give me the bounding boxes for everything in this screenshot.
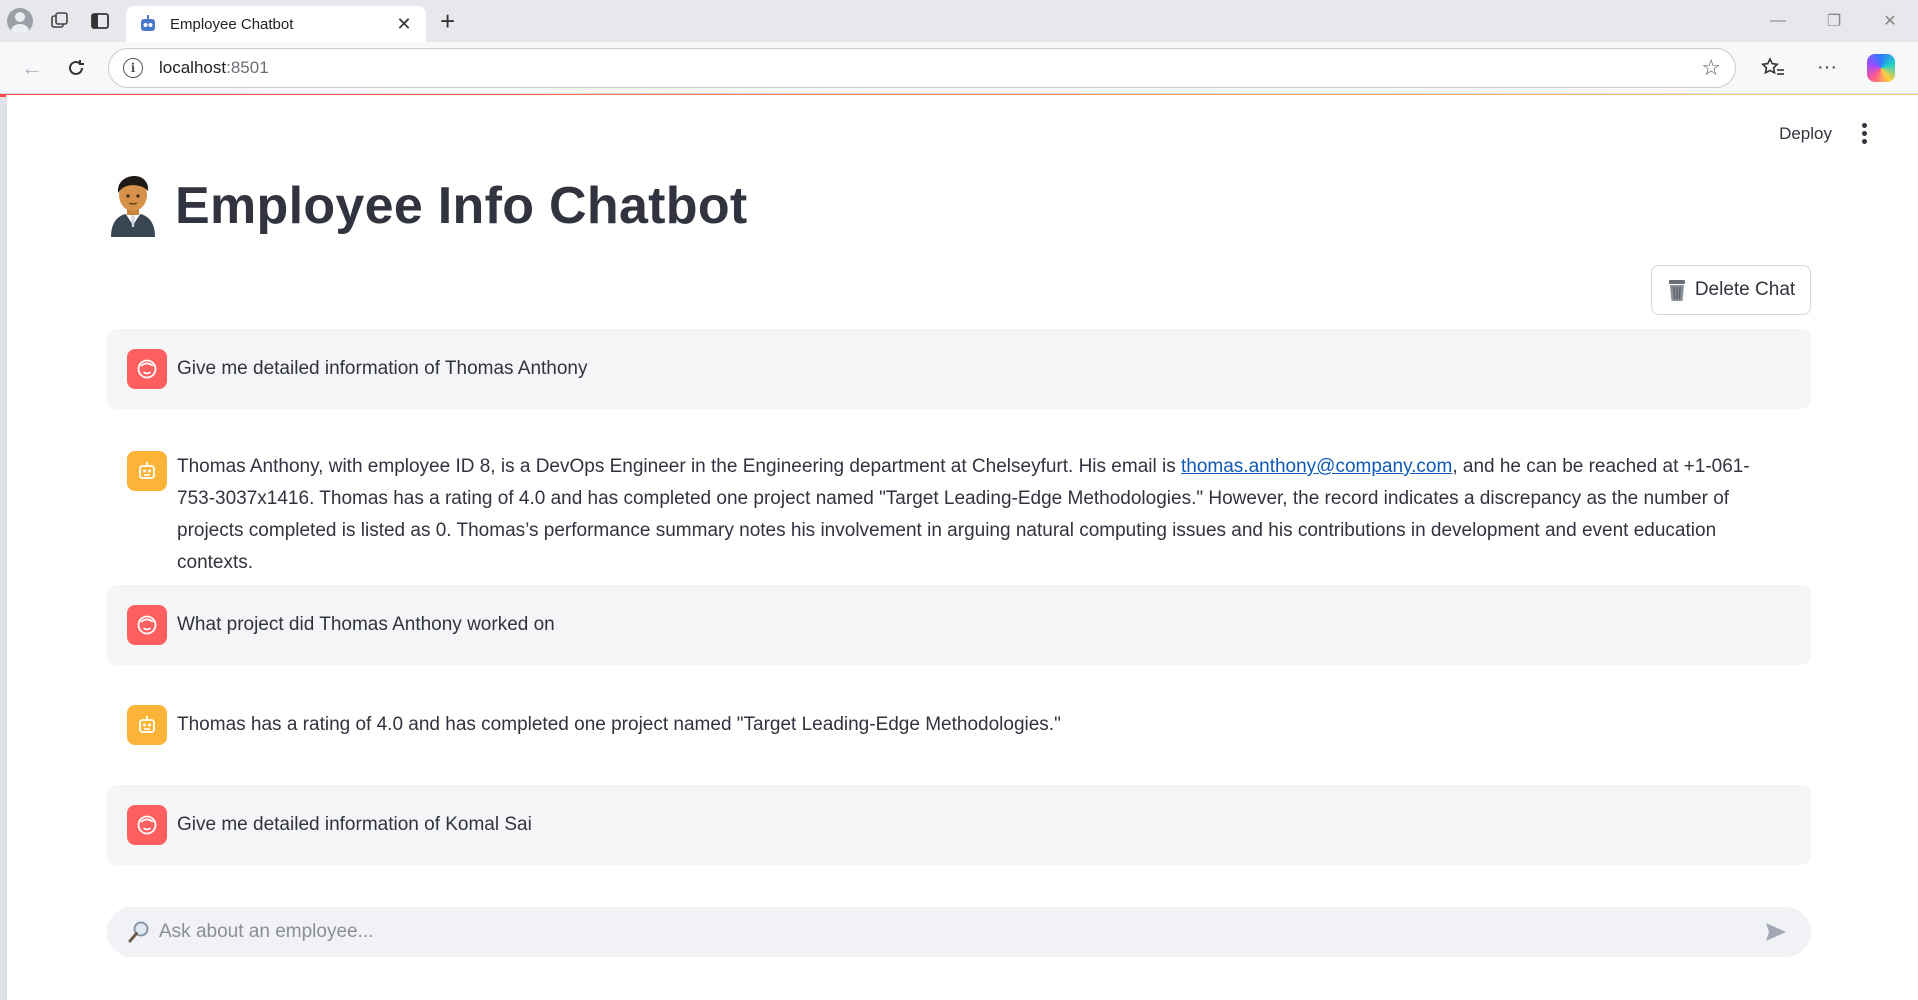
page-title: Employee Info Chatbot xyxy=(175,177,748,235)
office-worker-icon xyxy=(107,175,159,237)
app-viewport: Deploy Employee Info Chatbot Delete Chat… xyxy=(6,95,1918,1000)
profile-icon[interactable] xyxy=(0,0,40,42)
address-bar: ← i localhost:8501 ☆ ··· xyxy=(0,42,1918,94)
favorite-star-icon[interactable]: ☆ xyxy=(1701,55,1721,81)
chat-message-user: What project did Thomas Anthony worked o… xyxy=(107,585,1811,665)
email-link[interactable]: thomas.anthony@company.com xyxy=(1181,456,1452,477)
message-text: What project did Thomas Anthony worked o… xyxy=(177,614,555,635)
user-avatar-icon xyxy=(127,805,167,845)
chat-message-user: Give me detailed information of Thomas A… xyxy=(107,329,1811,409)
deploy-button[interactable]: Deploy xyxy=(1779,124,1832,144)
close-window-icon[interactable]: ✕ xyxy=(1862,0,1918,42)
message-text: Thomas has a rating of 4.0 and has compl… xyxy=(177,714,1061,735)
chat-message-user: Give me detailed information of Komal Sa… xyxy=(107,785,1811,865)
chat-message-assistant: Thomas Anthony, with employee ID 8, is a… xyxy=(107,415,1811,573)
workspaces-icon[interactable] xyxy=(40,0,80,42)
site-info-icon[interactable]: i xyxy=(123,57,143,78)
wastebasket-icon xyxy=(1667,278,1687,302)
close-tab-icon[interactable]: ✕ xyxy=(394,14,414,35)
window-controls: — ❐ ✕ xyxy=(1750,0,1918,42)
message-text: Give me detailed information of Thomas A… xyxy=(177,358,588,379)
bot-avatar-icon xyxy=(127,451,167,491)
app-header-actions: Deploy xyxy=(1779,123,1870,144)
page-header: Employee Info Chatbot xyxy=(107,175,748,237)
vertical-tabs-icon[interactable] xyxy=(80,0,120,42)
main-menu-icon[interactable] xyxy=(1858,123,1870,144)
refresh-icon[interactable] xyxy=(54,48,98,88)
active-tab[interactable]: Employee Chatbot ✕ xyxy=(126,6,426,42)
message-text: Give me detailed information of Komal Sa… xyxy=(177,814,532,835)
chat-input-bar xyxy=(107,907,1811,957)
user-avatar-icon xyxy=(127,349,167,389)
message-text-part: Thomas Anthony, with employee ID 8, is a… xyxy=(177,456,1181,477)
url-port: :8501 xyxy=(226,57,269,77)
delete-chat-button[interactable]: Delete Chat xyxy=(1651,265,1811,315)
url-field[interactable]: i localhost:8501 ☆ xyxy=(108,47,1736,88)
browser-tab-bar: Employee Chatbot ✕ + — ❐ ✕ xyxy=(0,0,1918,42)
more-options-icon[interactable]: ··· xyxy=(1800,48,1854,88)
back-icon[interactable]: ← xyxy=(10,48,54,88)
chat-input[interactable] xyxy=(159,921,1761,943)
tab-title: Employee Chatbot xyxy=(170,15,294,33)
copilot-icon[interactable] xyxy=(1854,48,1908,88)
bot-avatar-icon xyxy=(127,705,167,745)
message-text: Thomas Anthony, with employee ID 8, is a… xyxy=(177,451,1761,579)
minimize-icon[interactable]: — xyxy=(1750,0,1806,42)
robot-favicon-icon xyxy=(138,14,158,34)
restore-icon[interactable]: ❐ xyxy=(1806,0,1862,42)
chat-message-assistant: Thomas has a rating of 4.0 and has compl… xyxy=(107,675,1811,775)
send-icon[interactable] xyxy=(1761,917,1791,947)
magnifying-glass-icon xyxy=(127,920,151,944)
url-host: localhost xyxy=(159,57,227,77)
new-tab-icon[interactable]: + xyxy=(440,8,455,34)
delete-chat-label: Delete Chat xyxy=(1694,279,1796,300)
user-avatar-icon xyxy=(127,605,167,645)
favorites-icon[interactable] xyxy=(1746,48,1800,88)
